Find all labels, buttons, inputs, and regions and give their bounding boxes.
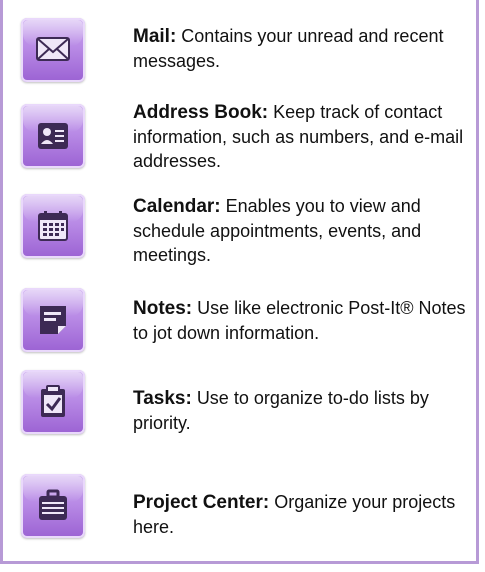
mail-icon[interactable] [21, 18, 85, 82]
item-text: Tasks: Use to organize to-do lists by pr… [133, 386, 473, 435]
item-title: Project Center: [133, 492, 270, 513]
item-text: Notes: Use like electronic Post-It® Note… [133, 296, 473, 345]
item-title: Notes: [133, 298, 193, 319]
item-text: Address Book: Keep track of contact info… [133, 100, 473, 173]
item-text: Project Center: Organize your projects h… [133, 490, 473, 539]
item-title: Mail: [133, 26, 177, 47]
list-item-address-book: Address Book: Keep track of contact info… [3, 94, 476, 186]
list-item-project-center: Project Center: Organize your projects h… [3, 470, 476, 560]
feature-list-panel: Mail: Contains your unread and recent me… [0, 0, 479, 564]
item-text: Mail: Contains your unread and recent me… [133, 24, 473, 73]
item-title: Address Book: [133, 102, 269, 123]
calendar-icon[interactable] [21, 194, 85, 258]
tasks-icon[interactable] [21, 370, 85, 434]
item-title: Calendar: [133, 196, 221, 217]
item-title: Tasks: [133, 388, 192, 409]
list-item-calendar: Calendar: Enables you to view and schedu… [3, 188, 476, 280]
project-center-icon[interactable] [21, 474, 85, 538]
list-item-mail: Mail: Contains your unread and recent me… [3, 12, 476, 92]
item-description: Contains your unread and recent messages… [133, 26, 444, 71]
list-item-notes: Notes: Use like electronic Post-It® Note… [3, 284, 476, 358]
address-book-icon[interactable] [21, 104, 85, 168]
item-text: Calendar: Enables you to view and schedu… [133, 194, 473, 267]
notes-icon[interactable] [21, 288, 85, 352]
list-item-tasks: Tasks: Use to organize to-do lists by pr… [3, 364, 476, 454]
